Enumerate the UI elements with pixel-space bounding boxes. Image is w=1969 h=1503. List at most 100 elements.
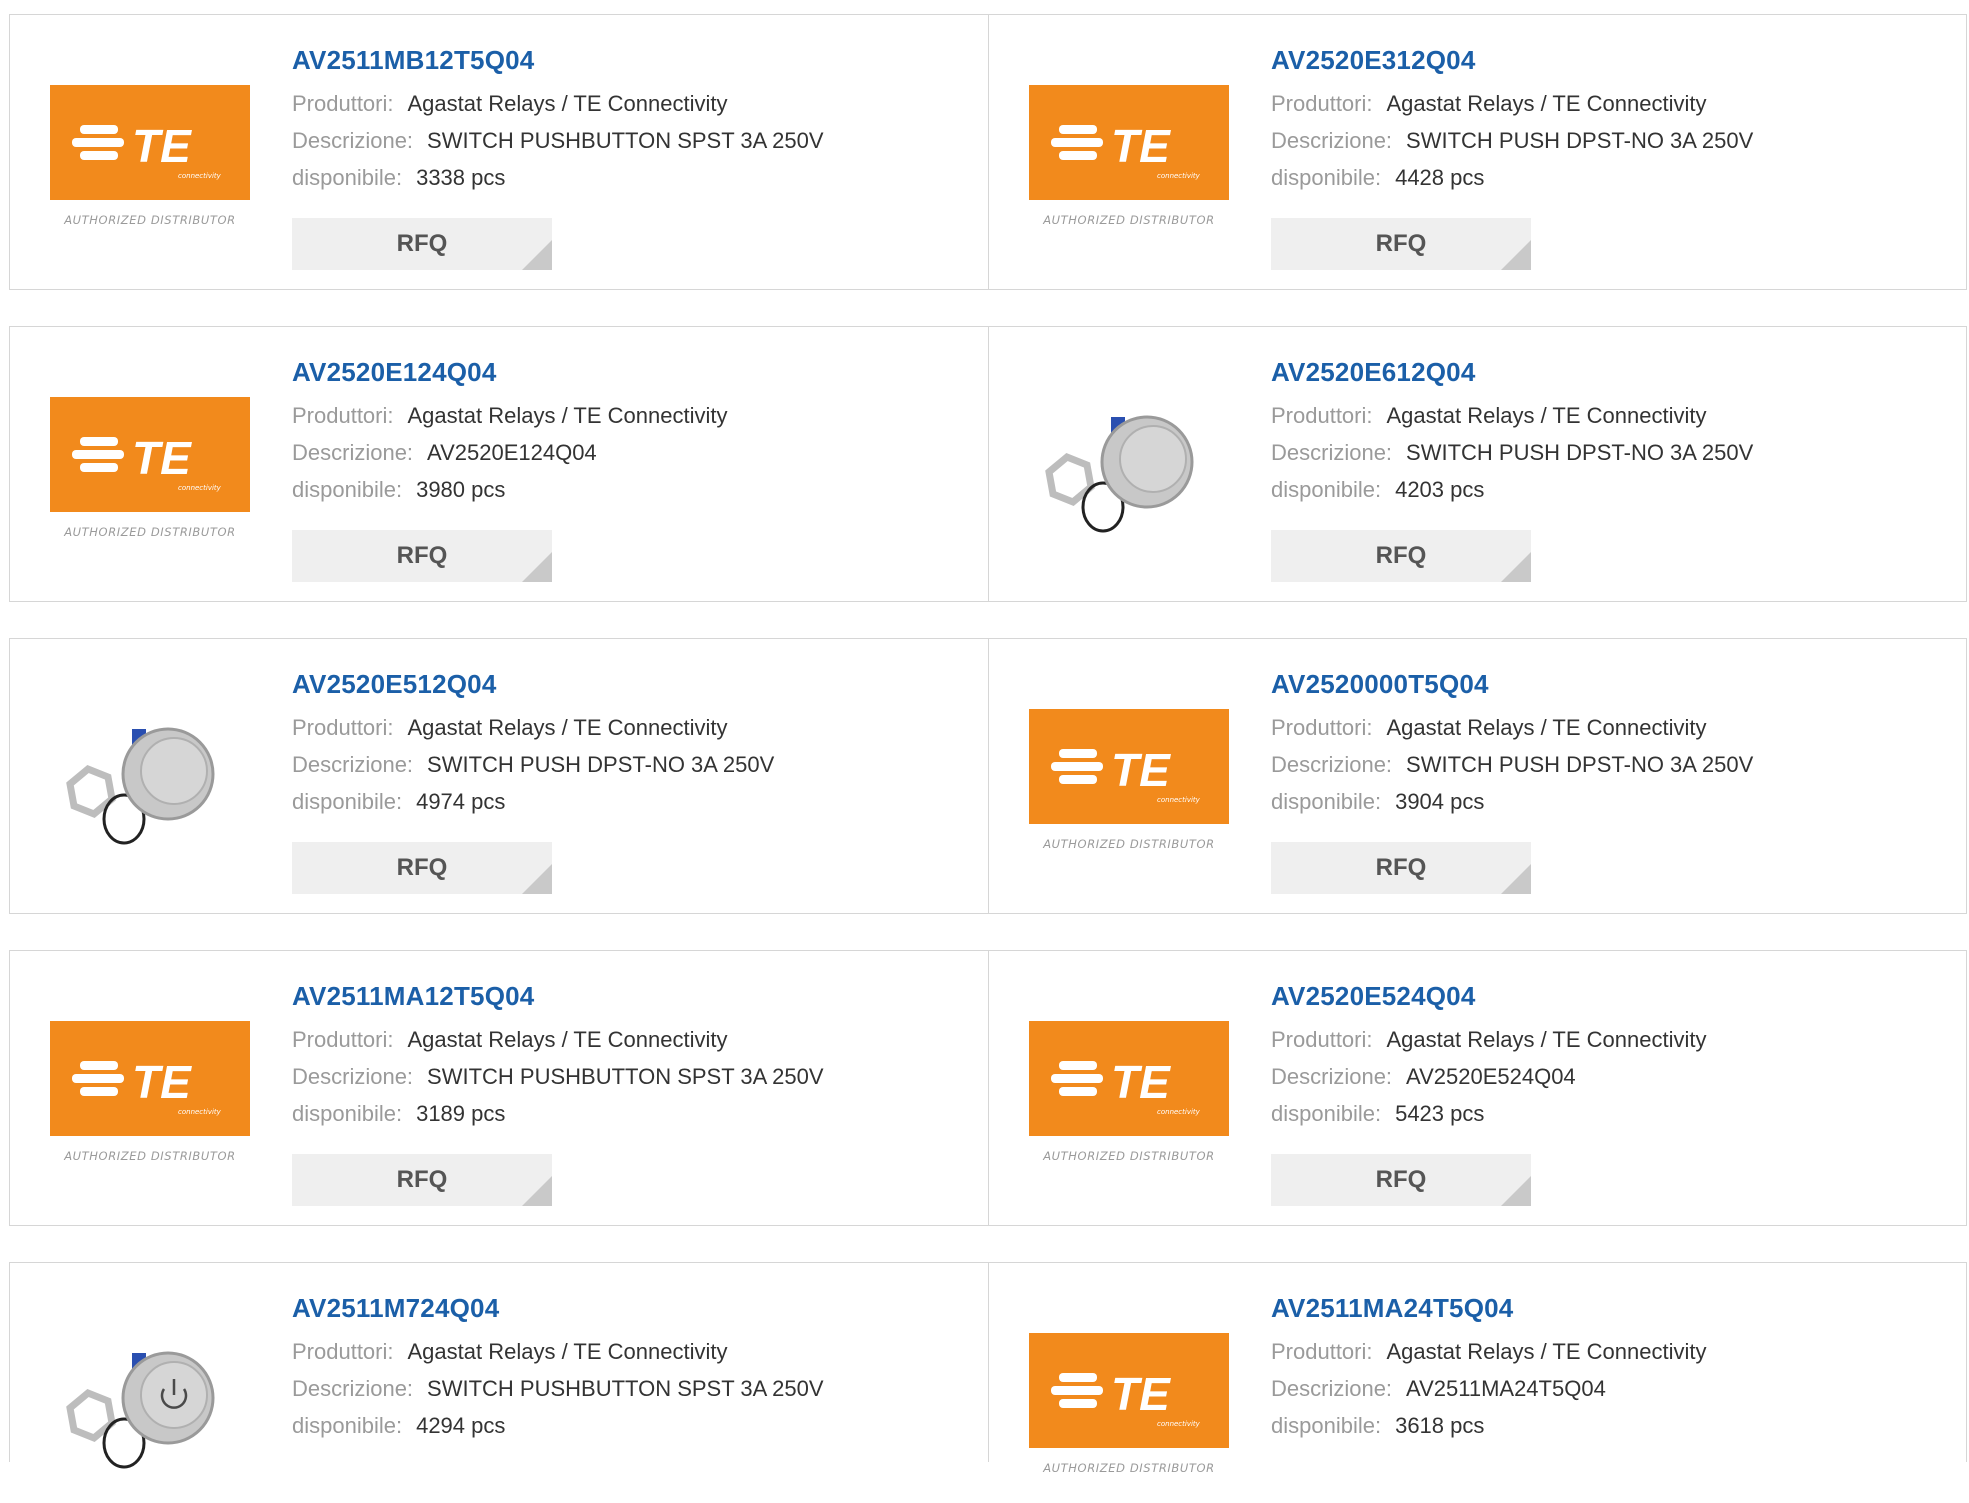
part-number-link[interactable]: AV2520E612Q04	[1271, 357, 1753, 397]
svg-text:TE: TE	[132, 432, 192, 484]
availability-value: 3904 pcs	[1395, 789, 1485, 814]
te-logo-icon: TE connectivity	[1029, 709, 1229, 824]
te-logo-image[interactable]: TE connectivity AUTHORIZED DISTRIBUTOR	[50, 1021, 250, 1173]
corner-fold-icon	[522, 240, 552, 270]
corner-fold-icon	[522, 864, 552, 894]
rfq-label: RFQ	[1375, 854, 1427, 881]
te-logo-icon: TE connectivity	[50, 85, 250, 200]
description-label: Descrizione:	[292, 128, 414, 153]
availability-label: disponibile:	[1271, 789, 1382, 814]
power-pushbutton-icon	[66, 1351, 215, 1469]
rfq-button[interactable]: RFQ	[292, 1154, 552, 1206]
corner-fold-icon	[1501, 1176, 1531, 1206]
product-card: TE connectivity AUTHORIZED DISTRIBUTOR A…	[10, 15, 988, 289]
description-label: Descrizione:	[1271, 1376, 1393, 1401]
te-logo-image[interactable]: TE connectivity AUTHORIZED DISTRIBUTOR	[1029, 85, 1229, 237]
manufacturer-label: Produttori:	[1271, 1027, 1373, 1052]
rfq-label: RFQ	[1375, 230, 1427, 257]
description-value: SWITCH PUSHBUTTON SPST 3A 250V	[427, 1064, 824, 1089]
product-info: AV2511MA24T5Q04 Produttori: Agastat Relay…	[1271, 1293, 1706, 1444]
description-line: Descrizione: SWITCH PUSH DPST-NO 3A 250V	[1271, 746, 1753, 783]
product-info: AV2520000T5Q04 Produttori: Agastat Relays…	[1271, 669, 1753, 820]
part-number-link[interactable]: AV2511MA24T5Q04	[1271, 1293, 1706, 1333]
rfq-button[interactable]: RFQ	[292, 218, 552, 270]
product-card: TE connectivity AUTHORIZED DISTRIBUTOR A…	[988, 951, 1966, 1225]
pushbutton-switch-image[interactable]	[1029, 397, 1229, 549]
te-logo-image[interactable]: TE connectivity AUTHORIZED DISTRIBUTOR	[1029, 709, 1229, 861]
authorized-distributor-caption: AUTHORIZED DISTRIBUTOR	[64, 1149, 236, 1163]
manufacturer-value: Agastat Relays / TE Connectivity	[407, 91, 728, 116]
te-logo-image[interactable]: TE connectivity AUTHORIZED DISTRIBUTOR	[50, 85, 250, 237]
manufacturer-value: Agastat Relays / TE Connectivity	[407, 403, 728, 428]
product-card: TE connectivity AUTHORIZED DISTRIBUTOR A…	[10, 951, 988, 1225]
availability-label: disponibile:	[292, 1101, 403, 1126]
product-card: AV2520E612Q04 Produttori: Agastat Relays …	[988, 327, 1966, 601]
description-line: Descrizione: SWITCH PUSHBUTTON SPST 3A 25…	[292, 1370, 824, 1407]
availability-label: disponibile:	[292, 477, 403, 502]
power-pushbutton-switch-image[interactable]	[50, 1333, 250, 1485]
product-info: AV2520E524Q04 Produttori: Agastat Relays …	[1271, 981, 1706, 1132]
svg-text:TE: TE	[132, 1056, 192, 1108]
part-number-link[interactable]: AV2520000T5Q04	[1271, 669, 1753, 709]
availability-value: 3189 pcs	[416, 1101, 506, 1126]
pushbutton-switch-image[interactable]	[50, 709, 250, 861]
svg-text:TE: TE	[1111, 120, 1171, 172]
part-number-link[interactable]: AV2511MA12T5Q04	[292, 981, 824, 1021]
description-value: SWITCH PUSH DPST-NO 3A 250V	[1406, 752, 1754, 777]
part-number-link[interactable]: AV2520E312Q04	[1271, 45, 1753, 85]
rfq-button[interactable]: RFQ	[292, 842, 552, 894]
description-value: SWITCH PUSH DPST-NO 3A 250V	[427, 752, 775, 777]
corner-fold-icon	[1501, 240, 1531, 270]
part-number-link[interactable]: AV2520E124Q04	[292, 357, 727, 397]
availability-label: disponibile:	[292, 789, 403, 814]
manufacturer-line: Produttori: Agastat Relays / TE Connectiv…	[292, 709, 774, 746]
availability-line: disponibile: 4294 pcs	[292, 1407, 824, 1444]
svg-text:connectivity: connectivity	[1157, 1420, 1201, 1428]
description-label: Descrizione:	[1271, 752, 1393, 777]
rfq-label: RFQ	[396, 1166, 448, 1193]
svg-text:connectivity: connectivity	[178, 172, 222, 180]
part-number-link[interactable]: AV2520E524Q04	[1271, 981, 1706, 1021]
rfq-button[interactable]: RFQ	[1271, 218, 1531, 270]
availability-line: disponibile: 3980 pcs	[292, 471, 727, 508]
rfq-button[interactable]: RFQ	[1271, 1154, 1531, 1206]
te-logo-image[interactable]: TE connectivity AUTHORIZED DISTRIBUTOR	[50, 397, 250, 549]
manufacturer-line: Produttori: Agastat Relays / TE Connectiv…	[1271, 709, 1753, 746]
part-number-link[interactable]: AV2520E512Q04	[292, 669, 774, 709]
manufacturer-label: Produttori:	[1271, 1339, 1373, 1364]
part-number-link[interactable]: AV2511MB12T5Q04	[292, 45, 824, 85]
svg-text:connectivity: connectivity	[178, 484, 222, 492]
rfq-button[interactable]: RFQ	[1271, 530, 1531, 582]
product-info: AV2520E312Q04 Produttori: Agastat Relays …	[1271, 45, 1753, 196]
availability-line: disponibile: 3618 pcs	[1271, 1407, 1706, 1444]
manufacturer-value: Agastat Relays / TE Connectivity	[1386, 403, 1707, 428]
availability-line: disponibile: 3189 pcs	[292, 1095, 824, 1132]
product-row: TE connectivity AUTHORIZED DISTRIBUTOR A…	[9, 950, 1967, 1226]
description-value: AV2520E524Q04	[1406, 1064, 1576, 1089]
description-value: SWITCH PUSH DPST-NO 3A 250V	[1406, 440, 1754, 465]
te-logo-image[interactable]: TE connectivity AUTHORIZED DISTRIBUTOR	[1029, 1333, 1229, 1485]
availability-label: disponibile:	[1271, 165, 1382, 190]
manufacturer-value: Agastat Relays / TE Connectivity	[407, 1339, 728, 1364]
rfq-button[interactable]: RFQ	[292, 530, 552, 582]
availability-line: disponibile: 4203 pcs	[1271, 471, 1753, 508]
availability-label: disponibile:	[1271, 477, 1382, 502]
corner-fold-icon	[522, 552, 552, 582]
availability-line: disponibile: 4428 pcs	[1271, 159, 1753, 196]
part-number-link[interactable]: AV2511M724Q04	[292, 1293, 824, 1333]
manufacturer-line: Produttori: Agastat Relays / TE Connectiv…	[1271, 397, 1753, 434]
manufacturer-line: Produttori: Agastat Relays / TE Connectiv…	[1271, 1021, 1706, 1058]
svg-text:connectivity: connectivity	[1157, 796, 1201, 804]
manufacturer-label: Produttori:	[292, 91, 394, 116]
rfq-label: RFQ	[1375, 1166, 1427, 1193]
te-logo-image[interactable]: TE connectivity AUTHORIZED DISTRIBUTOR	[1029, 1021, 1229, 1173]
svg-text:TE: TE	[1111, 1056, 1171, 1108]
description-line: Descrizione: SWITCH PUSH DPST-NO 3A 250V	[1271, 434, 1753, 471]
product-grid: TE connectivity AUTHORIZED DISTRIBUTOR A…	[9, 14, 1967, 1475]
pushbutton-switch-icon	[66, 727, 215, 845]
description-value: AV2520E124Q04	[427, 440, 597, 465]
manufacturer-line: Produttori: Agastat Relays / TE Connectiv…	[292, 397, 727, 434]
rfq-button[interactable]: RFQ	[1271, 842, 1531, 894]
availability-value: 4428 pcs	[1395, 165, 1485, 190]
manufacturer-value: Agastat Relays / TE Connectivity	[1386, 91, 1707, 116]
